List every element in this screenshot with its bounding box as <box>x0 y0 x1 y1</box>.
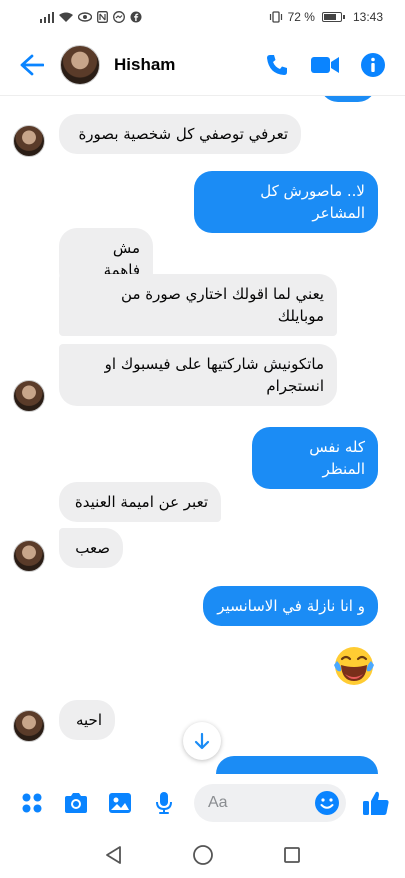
contact-avatar-small[interactable] <box>13 125 45 157</box>
contact-avatar-small[interactable] <box>13 380 45 412</box>
recents-square-icon[interactable] <box>283 846 301 864</box>
message-composer <box>0 774 405 832</box>
back-button[interactable] <box>16 49 48 81</box>
laughing-tears-emoji[interactable] <box>333 645 375 687</box>
message-bubble-outgoing[interactable]: كله نفس المنظر <box>252 427 378 489</box>
contact-avatar-small[interactable] <box>13 710 45 742</box>
arrow-down-icon <box>194 732 210 750</box>
clock: 13:43 <box>352 10 383 24</box>
info-button[interactable] <box>351 43 395 87</box>
battery-level <box>323 14 336 20</box>
apps-icon <box>22 793 42 813</box>
home-circle-icon[interactable] <box>192 844 214 866</box>
smiley-icon <box>315 791 339 815</box>
thumbs-up-icon <box>363 791 389 815</box>
message-bubble-incoming[interactable]: ماتكونيش شاركتيها على فيسبوك او انستجرام <box>59 344 337 406</box>
message-bubble-incoming[interactable]: احيه <box>59 700 115 740</box>
message-bubble-incoming[interactable]: يعني لما اقولك اختاري صورة من موبايلك <box>59 274 337 336</box>
messenger-icon <box>113 11 125 23</box>
vibrate-icon <box>269 11 282 23</box>
phone-icon <box>267 54 287 75</box>
voice-message-button[interactable] <box>142 781 186 825</box>
nfc-icon <box>97 11 108 23</box>
status-bar: 72 % 13:43 <box>0 0 405 34</box>
message-bubble-outgoing[interactable]: لا.. ماصورش كل المشاعر <box>194 171 378 233</box>
video-call-button[interactable] <box>303 43 347 87</box>
message-bubble-outgoing[interactable]: و انا نازلة في الاسانسير <box>203 586 378 626</box>
message-bubble-incoming[interactable]: صعب <box>59 528 123 568</box>
facebook-icon <box>130 11 142 23</box>
mic-icon <box>156 792 172 814</box>
camera-button[interactable] <box>54 781 98 825</box>
message-list[interactable]: تعرفي توصفي كل شخصية بصورة لا.. ماصورش ك… <box>0 96 405 774</box>
voice-call-button[interactable] <box>255 43 299 87</box>
wifi-icon <box>59 12 73 22</box>
camera-icon <box>65 793 87 813</box>
system-navigation-bar <box>0 832 405 878</box>
message-input-box[interactable] <box>194 784 346 822</box>
message-bubble-outgoing-partial[interactable] <box>320 96 376 102</box>
status-right: 72 % 13:43 <box>269 10 383 24</box>
message-bubble-outgoing-partial[interactable] <box>216 756 378 774</box>
gallery-button[interactable] <box>98 781 142 825</box>
eye-icon <box>78 12 92 22</box>
video-icon <box>311 56 339 73</box>
like-button[interactable] <box>354 781 398 825</box>
more-actions-button[interactable] <box>10 781 54 825</box>
status-left <box>40 11 142 23</box>
conversation-header: Hisham <box>0 34 405 96</box>
back-arrow-icon <box>20 54 44 75</box>
emoji-button[interactable] <box>314 790 340 820</box>
back-triangle-icon[interactable] <box>104 845 124 865</box>
battery-icon <box>321 12 345 22</box>
message-bubble-incoming[interactable]: تعبر عن اميمة العنيدة <box>59 482 221 522</box>
battery-percent: 72 % <box>287 10 315 24</box>
gallery-icon <box>109 793 131 813</box>
contact-avatar[interactable] <box>60 44 100 85</box>
contact-avatar-small[interactable] <box>13 540 45 572</box>
contact-name[interactable]: Hisham <box>114 55 255 75</box>
message-bubble-incoming[interactable]: تعرفي توصفي كل شخصية بصورة <box>59 114 301 154</box>
info-icon <box>361 52 385 77</box>
message-input[interactable] <box>208 794 308 812</box>
signal-icon <box>40 11 54 23</box>
scroll-to-bottom-button[interactable] <box>183 722 221 760</box>
